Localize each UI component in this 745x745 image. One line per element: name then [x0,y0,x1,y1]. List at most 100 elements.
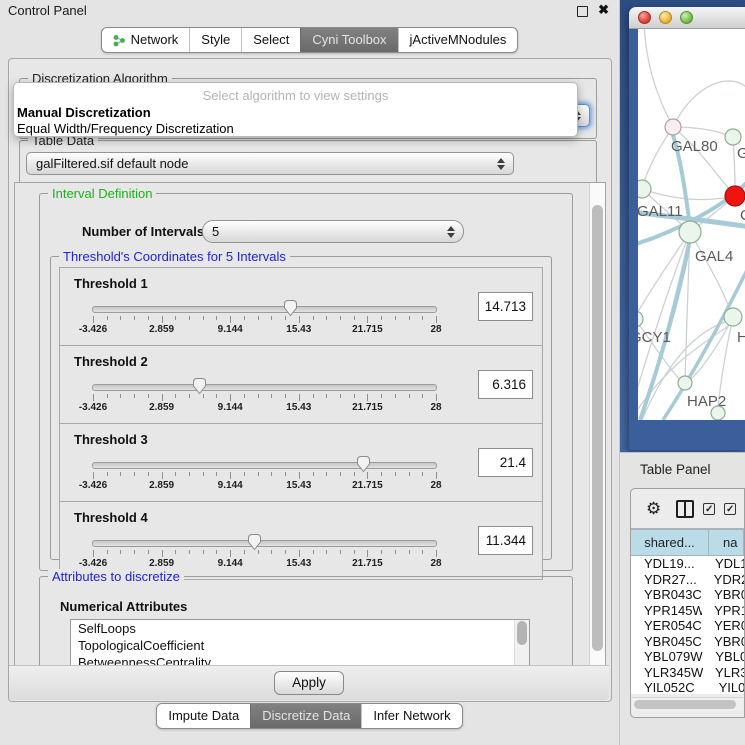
list-scrollbar-thumb[interactable] [517,621,527,645]
cell-name[interactable]: YLR3 [703,665,744,681]
network-node[interactable] [724,308,742,326]
checkbox-icon[interactable]: ✓ [724,503,736,515]
close-traffic-light[interactable] [638,11,651,24]
tab-label: Infer Network [373,708,450,724]
network-node[interactable] [638,180,651,198]
cell-name[interactable]: YBL0 [703,649,744,665]
node-label: C [740,207,745,224]
cell-name[interactable]: YER0 [702,618,744,634]
hscrollbar-thumb[interactable] [634,700,736,709]
slider-track[interactable] [92,540,437,547]
cell-shared-name[interactable]: YPR145W [631,603,702,619]
gear-icon[interactable]: ⚙ [646,500,661,518]
tick-label: 21.715 [352,324,383,335]
slider-ticks: -3.4262.8599.14415.4321.71528 [93,471,436,493]
apply-button[interactable]: Apply [274,671,344,695]
table-data-combo[interactable]: galFiltered.sif default node [26,152,514,175]
table-row[interactable]: YLR345WYLR3 [631,665,744,681]
table-row[interactable]: YER054CYER0 [631,618,744,634]
threshold-label: Threshold 2 [74,354,148,369]
dropdown-option[interactable]: Equal Width/Frequency Discretization [14,121,577,137]
tab-cyni-toolbox[interactable]: Cyni Toolbox [300,28,397,52]
close-icon[interactable]: ✖ [598,2,609,18]
cell-name[interactable]: YBR0 [702,634,744,650]
network-canvas[interactable]: GAL80GACGAL11GAL4GCY1HHAP2 [638,29,745,420]
table-row[interactable]: YDL19...YDL1 [631,556,744,572]
cell-shared-name[interactable]: YER054C [631,618,702,634]
table-row[interactable]: YPR145WYPR1 [631,603,744,619]
tab-impute-data[interactable]: Impute Data [157,704,250,728]
table-row[interactable]: YBR045CYBR0 [631,634,744,650]
tick-label: 15.43 [286,324,311,335]
control-panel: Control Panel ✖ NetworkStyleSelectCyni T… [0,0,620,745]
network-window-titlebar[interactable] [629,7,745,29]
zoom-traffic-light[interactable] [680,11,693,24]
columns-icon[interactable] [676,500,694,518]
table-row[interactable]: YBL079WYBL0 [631,649,744,665]
number-of-intervals-spinner[interactable]: 5 [202,220,464,243]
slider-track[interactable] [92,462,437,469]
table-row[interactable]: YDR27...YDR2 [631,572,744,588]
slider-track[interactable] [92,384,437,391]
tab-network[interactable]: Network [102,28,190,52]
minimize-traffic-light[interactable] [659,11,672,24]
network-window: GAL80GACGAL11GAL4GCY1HHAP2 [629,7,745,450]
bottom-tab-bar: Impute Data Discretize Data Infer Network [0,703,619,729]
cell-name[interactable]: YBR0 [702,587,744,603]
cell-shared-name[interactable]: YIL052C [631,680,707,694]
table-row[interactable]: YIL052CYIL0 [631,680,744,694]
network-node[interactable] [679,221,701,243]
tick-label: 9.144 [218,480,243,491]
cell-shared-name[interactable]: YDL19... [631,556,703,572]
column-header-name[interactable]: na [708,529,744,556]
tick-label: 21.715 [352,558,383,569]
cell-name[interactable]: YDL1 [703,556,744,572]
network-node[interactable] [638,311,643,327]
network-node[interactable] [678,376,692,390]
threshold-row: Threshold 2-3.4262.8599.14415.4321.71528… [59,345,543,424]
cell-name[interactable]: YPR1 [702,603,744,619]
dropdown-option[interactable]: Manual Discretization [14,105,577,121]
tab-discretize-data[interactable]: Discretize Data [250,704,361,728]
table-body: YDL19...YDL1YDR27...YDR2YBR043CYBR0YPR14… [631,556,744,694]
threshold-label: Threshold 4 [74,510,148,525]
cell-shared-name[interactable]: YDR27... [631,572,702,588]
tab-jactivemnodules[interactable]: jActiveMNodules [398,28,518,52]
network-node[interactable] [665,119,681,135]
cell-shared-name[interactable]: YBL079W [631,649,703,665]
scrollbar-thumb[interactable] [592,205,603,651]
threshold-value-field[interactable]: 11.344 [478,526,533,555]
cell-name[interactable]: YDR2 [702,572,744,588]
threshold-value-field[interactable]: 14.713 [478,292,533,321]
checkbox-icon[interactable]: ✓ [703,503,715,515]
cell-shared-name[interactable]: YBR045C [631,634,702,650]
threshold-value-field[interactable]: 6.316 [478,370,533,399]
top-tabs: NetworkStyle Select Cyni Toolbox jActiveMNo… [101,27,519,53]
tab-label: Impute Data [168,708,239,724]
attribute-item[interactable]: SelfLoops [71,620,529,637]
cell-shared-name[interactable]: YLR345W [631,665,703,681]
attribute-item[interactable]: TopologicalCoefficient [71,637,529,654]
interval-definition-title: Interval Definition [48,186,156,201]
network-node[interactable] [725,186,745,206]
network-node[interactable] [711,406,725,420]
threshold-label: Threshold 3 [74,432,148,447]
dropdown-hint: Select algorithm to view settings [14,88,577,105]
table-row[interactable]: YBR043CYBR0 [631,587,744,603]
bottom-tabs: Impute Data Discretize Data Infer Network [156,703,462,729]
tab-style[interactable]: Style [189,28,241,52]
tab-select[interactable]: Select [241,28,300,52]
float-window-icon[interactable] [577,6,588,17]
cell-name[interactable]: YIL0 [707,680,744,694]
threshold-value-field[interactable]: 21.4 [478,448,533,477]
horizontal-scrollbar[interactable] [632,697,743,711]
tab-label: jActiveMNodules [410,32,507,48]
tick-label: 28 [430,558,441,569]
cell-shared-name[interactable]: YBR043C [631,587,702,603]
slider-track[interactable] [92,306,437,313]
network-node[interactable] [725,129,741,145]
vertical-scrollbar[interactable] [589,183,605,697]
column-header-shared-name[interactable]: shared... [630,529,709,556]
tab-label: Select [253,32,289,48]
tab-infer-network[interactable]: Infer Network [361,704,461,728]
